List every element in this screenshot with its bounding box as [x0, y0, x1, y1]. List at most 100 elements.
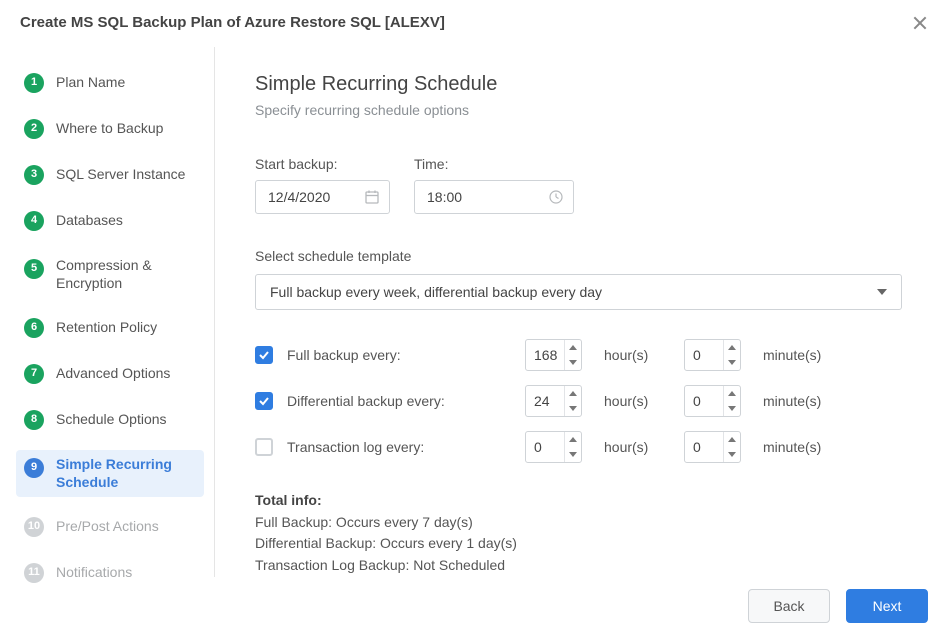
step-label: SQL Server Instance: [56, 166, 185, 184]
step-number: 2: [24, 119, 44, 139]
total-line-full: Full Backup: Occurs every 7 day(s): [255, 514, 473, 530]
step-number: 3: [24, 165, 44, 185]
total-line-diff: Differential Backup: Occurs every 1 day(…: [255, 535, 517, 551]
total-heading: Total info:: [255, 492, 322, 508]
stepper-arrows: [564, 386, 581, 416]
tlog-minutes-input[interactable]: [685, 432, 723, 462]
check-icon: [258, 395, 270, 407]
tlog-hours-input[interactable]: [526, 432, 564, 462]
back-button[interactable]: Back: [748, 589, 830, 623]
stepper-arrows: [723, 386, 740, 416]
arrow-down-icon[interactable]: [565, 401, 581, 416]
full-minutes-stepper[interactable]: [684, 339, 741, 371]
differential-backup-label: Differential backup every:: [287, 393, 525, 409]
step-number: 9: [24, 458, 44, 478]
arrow-up-icon[interactable]: [724, 340, 740, 355]
arrow-down-icon[interactable]: [565, 355, 581, 370]
check-icon: [258, 349, 270, 361]
template-select[interactable]: Full backup every week, differential bac…: [255, 274, 902, 310]
full-backup-checkbox[interactable]: [255, 346, 273, 364]
arrow-down-icon[interactable]: [565, 447, 581, 462]
step-label: Schedule Options: [56, 411, 167, 429]
unit-minutes: minute(s): [763, 439, 843, 455]
arrow-up-icon[interactable]: [565, 432, 581, 447]
step-where-to-backup[interactable]: 2 Where to Backup: [16, 113, 204, 145]
step-label: Where to Backup: [56, 120, 163, 138]
full-hours-stepper[interactable]: [525, 339, 582, 371]
step-pre-post-actions[interactable]: 10 Pre/Post Actions: [16, 511, 204, 543]
step-number: 10: [24, 517, 44, 537]
unit-minutes: minute(s): [763, 393, 843, 409]
template-label: Select schedule template: [255, 248, 908, 264]
unit-hours: hour(s): [604, 393, 684, 409]
step-label: Pre/Post Actions: [56, 518, 159, 536]
dialog-footer: Back Next: [0, 577, 948, 637]
unit-hours: hour(s): [604, 347, 684, 363]
arrow-up-icon[interactable]: [724, 386, 740, 401]
arrow-up-icon[interactable]: [565, 386, 581, 401]
tlog-hours-stepper[interactable]: [525, 431, 582, 463]
step-number: 4: [24, 211, 44, 231]
template-select-value: Full backup every week, differential bac…: [270, 284, 602, 300]
step-label: Advanced Options: [56, 365, 170, 383]
stepper-arrows: [723, 432, 740, 462]
total-line-tlog: Transaction Log Backup: Not Scheduled: [255, 557, 505, 573]
dialog-header: Create MS SQL Backup Plan of Azure Resto…: [0, 0, 948, 47]
step-number: 8: [24, 410, 44, 430]
unit-minutes: minute(s): [763, 347, 843, 363]
transaction-log-checkbox[interactable]: [255, 438, 273, 456]
differential-backup-checkbox[interactable]: [255, 392, 273, 410]
start-backup-input-wrap: [255, 180, 390, 214]
stepper-arrows: [564, 432, 581, 462]
diff-minutes-stepper[interactable]: [684, 385, 741, 417]
step-sql-server-instance[interactable]: 3 SQL Server Instance: [16, 159, 204, 191]
step-databases[interactable]: 4 Databases: [16, 205, 204, 237]
arrow-up-icon[interactable]: [724, 432, 740, 447]
step-number: 7: [24, 364, 44, 384]
transaction-log-row: Transaction log every: hour(s) minute(s): [255, 430, 908, 464]
step-label: Retention Policy: [56, 319, 157, 337]
step-label: Databases: [56, 212, 123, 230]
close-icon[interactable]: [912, 15, 928, 31]
start-backup-label: Start backup:: [255, 156, 390, 172]
diff-hours-input[interactable]: [526, 386, 564, 416]
full-minutes-input[interactable]: [685, 340, 723, 370]
step-simple-recurring-schedule[interactable]: 9 Simple Recurring Schedule: [16, 450, 204, 497]
step-label: Simple Recurring Schedule: [56, 456, 196, 491]
arrow-down-icon[interactable]: [724, 401, 740, 416]
transaction-log-label: Transaction log every:: [287, 439, 525, 455]
step-schedule-options[interactable]: 8 Schedule Options: [16, 404, 204, 436]
diff-hours-stepper[interactable]: [525, 385, 582, 417]
step-number: 6: [24, 318, 44, 338]
stepper-arrows: [564, 340, 581, 370]
full-backup-label: Full backup every:: [287, 347, 525, 363]
time-group: Time:: [414, 156, 574, 214]
arrow-up-icon[interactable]: [565, 340, 581, 355]
dialog-title: Create MS SQL Backup Plan of Azure Resto…: [20, 14, 445, 31]
wizard-sidebar: 1 Plan Name 2 Where to Backup 3 SQL Serv…: [0, 47, 215, 577]
step-retention-policy[interactable]: 6 Retention Policy: [16, 312, 204, 344]
step-label: Plan Name: [56, 74, 125, 92]
arrow-down-icon[interactable]: [724, 355, 740, 370]
arrow-down-icon[interactable]: [724, 447, 740, 462]
start-row: Start backup: Time:: [255, 156, 908, 214]
tlog-minutes-stepper[interactable]: [684, 431, 741, 463]
step-plan-name[interactable]: 1 Plan Name: [16, 67, 204, 99]
step-label: Compression & Encryption: [56, 257, 196, 292]
time-label: Time:: [414, 156, 574, 172]
step-number: 1: [24, 73, 44, 93]
dialog-body: 1 Plan Name 2 Where to Backup 3 SQL Serv…: [0, 47, 948, 577]
start-backup-input[interactable]: [255, 180, 390, 214]
time-input[interactable]: [414, 180, 574, 214]
page-title: Simple Recurring Schedule: [255, 73, 908, 96]
full-hours-input[interactable]: [526, 340, 564, 370]
differential-backup-row: Differential backup every: hour(s) minut…: [255, 384, 908, 418]
step-compression-encryption[interactable]: 5 Compression & Encryption: [16, 251, 204, 298]
content-pane: Simple Recurring Schedule Specify recurr…: [215, 47, 948, 577]
total-info: Total info: Full Backup: Occurs every 7 …: [255, 490, 908, 577]
diff-minutes-input[interactable]: [685, 386, 723, 416]
page-subtitle: Specify recurring schedule options: [255, 102, 908, 118]
stepper-arrows: [723, 340, 740, 370]
step-advanced-options[interactable]: 7 Advanced Options: [16, 358, 204, 390]
next-button[interactable]: Next: [846, 589, 928, 623]
